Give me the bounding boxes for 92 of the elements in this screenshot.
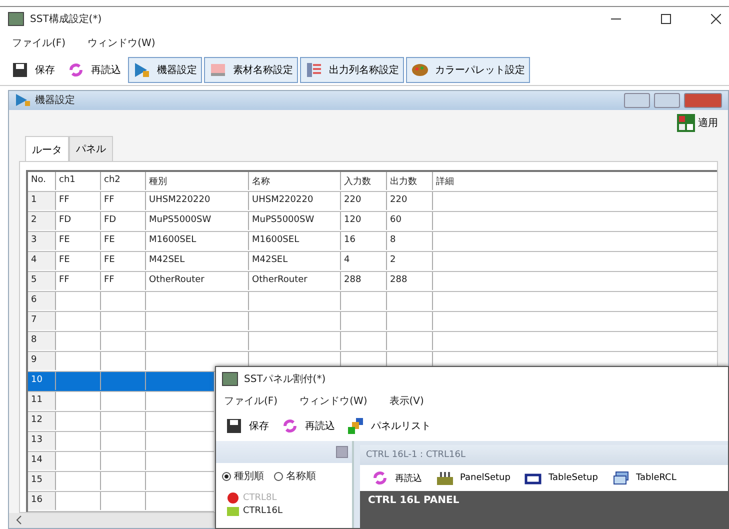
table-row[interactable]: 2 FD FD MuPS5000SW MuPS5000SW 120 60 [28, 212, 717, 232]
table-cell: M42SEL [149, 254, 185, 265]
table-cell: 220 [344, 194, 362, 205]
table-cell: 60 [390, 214, 402, 225]
table-row[interactable]: 3 FE FE M1600SEL M1600SEL 16 8 [28, 232, 717, 252]
table-cell: OtherRouter [252, 274, 308, 285]
column-header[interactable]: 入力数 [341, 172, 387, 190]
toolbar-button[interactable]: 素材名称設定 [204, 57, 298, 83]
table-cell: 288 [390, 274, 408, 285]
table-row[interactable]: 8 [28, 332, 717, 352]
table-row[interactable]: 6 [28, 292, 717, 312]
table-cell: FE [59, 234, 70, 245]
table-cell: FD [104, 214, 116, 225]
table-row[interactable]: 10 [28, 372, 214, 392]
table-cell: OtherRouter [149, 274, 204, 285]
table-cell: 12 [31, 414, 42, 425]
apply-button[interactable]: 適用 [677, 114, 718, 132]
table-cell: 8 [390, 234, 396, 245]
window-title: 機器設定 [35, 94, 75, 108]
table-cell: FF [59, 274, 70, 285]
toolbar-button[interactable]: 再読込 [62, 57, 126, 83]
table-cell: 3 [31, 234, 37, 245]
menu-item[interactable]: ウィンドウ(W) [88, 36, 156, 50]
radio-option[interactable]: 名称順 [274, 469, 316, 483]
table-cell: 8 [31, 334, 37, 345]
table-cell: M1600SEL [149, 234, 196, 245]
tab[interactable]: パネル [69, 136, 113, 161]
table-cell: 2 [31, 214, 37, 225]
column-header[interactable]: 名称 [249, 172, 341, 190]
table-cell: 9 [31, 354, 37, 365]
column-header[interactable]: 出力数 [387, 172, 433, 190]
toolbar-button[interactable]: 機器設定 [128, 57, 202, 83]
tab[interactable]: ルータ [25, 136, 69, 161]
table-cell: FF [59, 194, 70, 205]
toolbar-button[interactable]: 保存 [220, 413, 274, 439]
menu-item[interactable]: 表示(V) [389, 394, 424, 408]
table-cell: M1600SEL [252, 234, 300, 245]
window-title: CTRL 16L-1 : CTRL16L [366, 450, 466, 460]
toolbar-button[interactable]: 保存 [6, 57, 60, 83]
panel-header: CTRL 16L PANEL [360, 491, 728, 528]
table-row[interactable]: 7 [28, 312, 717, 332]
table-cell: FF [104, 274, 114, 285]
table-cell: FE [104, 234, 115, 245]
toolbar-button[interactable]: PanelSetup [431, 467, 516, 489]
toolbar-button[interactable]: 再読込 [366, 467, 427, 489]
tree-item[interactable]: CTRL16L [226, 504, 342, 517]
column-header[interactable]: ch1 [56, 172, 101, 190]
table-cell: 14 [31, 454, 42, 465]
table-cell: FF [104, 194, 114, 205]
table-row[interactable]: 1 FF FF UHSM220220 UHSM220220 220 220 [28, 192, 717, 212]
menu-item[interactable]: ファイル(F) [12, 36, 66, 50]
table-cell: FD [59, 214, 72, 225]
window-title: SST構成設定(*) [30, 12, 102, 26]
table-cell: UHSM220220 [149, 194, 210, 205]
table-row[interactable]: 4 FE FE M42SEL M42SEL 4 2 [28, 252, 717, 272]
table-cell: 13 [31, 434, 42, 445]
table-cell: 10 [31, 374, 42, 385]
table-cell: MuPS5000SW [252, 214, 314, 225]
table-cell: FE [59, 254, 70, 265]
table-cell: 5 [31, 274, 37, 285]
toolbar-button[interactable]: 再読込 [276, 413, 340, 439]
window-title: SSTパネル割付(*) [244, 372, 326, 386]
table-cell: 1 [31, 194, 37, 205]
toolbar-button[interactable]: TableRCL [606, 467, 682, 489]
table-cell: M42SEL [252, 254, 288, 265]
table-cell: MuPS5000SW [149, 214, 212, 225]
radio-option[interactable]: 種別順 [222, 469, 264, 483]
toolbar-button[interactable]: TableSetup [519, 467, 603, 489]
table-cell: 7 [31, 314, 37, 325]
table-cell: 288 [344, 274, 362, 285]
column-header[interactable]: No. [28, 172, 56, 190]
column-header[interactable]: 詳細 [433, 172, 717, 190]
table-cell: UHSM220220 [252, 194, 314, 205]
table-cell: 16 [31, 494, 42, 505]
table-cell: 120 [344, 214, 362, 225]
table-cell: FE [104, 254, 115, 265]
table-cell: 220 [390, 194, 408, 205]
table-cell: 16 [344, 234, 356, 245]
table-cell: 4 [31, 254, 37, 265]
table-cell: 11 [31, 394, 42, 405]
table-cell: 15 [31, 474, 42, 485]
table-cell: 6 [31, 294, 37, 305]
column-header[interactable]: ch2 [101, 172, 146, 190]
toolbar-button[interactable]: カラーパレット設定 [406, 57, 530, 83]
toolbar-button[interactable]: 出力列名称設定 [300, 57, 404, 83]
column-header[interactable]: 種別 [146, 172, 249, 190]
table-cell: 4 [344, 254, 350, 265]
menu-item[interactable]: ウィンドウ(W) [300, 394, 368, 408]
toolbar-button[interactable]: パネルリスト [342, 413, 436, 439]
table-cell: 2 [390, 254, 396, 265]
menu-item[interactable]: ファイル(F) [224, 394, 278, 408]
table-row[interactable]: 5 FF FF OtherRouter OtherRouter 288 288 [28, 272, 717, 292]
